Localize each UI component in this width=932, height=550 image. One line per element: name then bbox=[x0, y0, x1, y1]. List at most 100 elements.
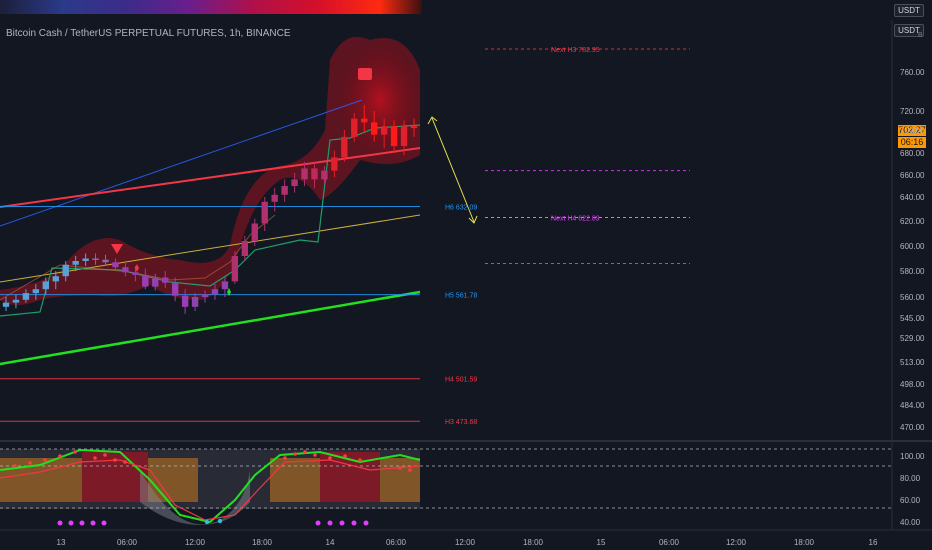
candle-body bbox=[311, 168, 318, 180]
oscillator-tick-label: 40.00 bbox=[900, 518, 921, 527]
oscillator-zone-orange-3 bbox=[270, 458, 320, 502]
oscillator-bottom-dot bbox=[363, 520, 369, 526]
candle-body bbox=[152, 277, 159, 287]
oscillator-signal-dot bbox=[93, 456, 97, 460]
candle-body bbox=[42, 281, 50, 290]
candle-body bbox=[32, 289, 40, 294]
pivot-level-label: H5 561.78 bbox=[445, 293, 477, 300]
oscillator-bottom-dot bbox=[327, 520, 333, 526]
candle-body bbox=[341, 136, 348, 158]
candle-body bbox=[370, 122, 378, 135]
price-tick-label: 680.00 bbox=[900, 149, 925, 158]
candle-body bbox=[72, 261, 79, 265]
candle-body bbox=[231, 256, 239, 282]
price-tick-label: 470.00 bbox=[900, 423, 925, 432]
pivot-level-label: H6 632.09 bbox=[445, 204, 477, 211]
candle-body bbox=[241, 241, 249, 256]
oscillator-cross-dot bbox=[204, 519, 210, 525]
time-tick-label: 18:00 bbox=[523, 538, 544, 547]
oscillator-signal-dot bbox=[358, 458, 362, 462]
time-tick-label: 12:00 bbox=[185, 538, 206, 547]
oscillator-signal-dot bbox=[328, 456, 332, 460]
heat-cloud-core bbox=[335, 40, 425, 160]
oscillator-cross-dot bbox=[217, 518, 223, 524]
time-tick-label: 12:00 bbox=[455, 538, 476, 547]
pivot-level-label: Next H3 782.95 bbox=[551, 47, 600, 54]
time-tick-label: 16 bbox=[869, 538, 878, 547]
candle-body bbox=[201, 294, 209, 297]
price-tick-label: 529.00 bbox=[900, 334, 925, 343]
candle-body bbox=[390, 126, 398, 147]
candle-body bbox=[400, 126, 408, 147]
candle-body bbox=[291, 179, 298, 186]
candle-body bbox=[301, 168, 308, 180]
price-tick-label: 560.00 bbox=[900, 293, 925, 302]
price-tick-label: 580.00 bbox=[900, 267, 925, 276]
candle-body bbox=[112, 262, 119, 268]
time-tick-label: 06:00 bbox=[386, 538, 407, 547]
candle-body bbox=[142, 274, 149, 287]
candle-body bbox=[171, 282, 179, 296]
candle-body bbox=[211, 289, 219, 295]
oscillator-bottom-dot bbox=[57, 520, 63, 526]
price-tick-label: 620.00 bbox=[900, 217, 925, 226]
price-tick-label: 600.00 bbox=[900, 242, 925, 251]
candle-body bbox=[271, 194, 278, 202]
candle-body bbox=[12, 299, 20, 303]
pivot-level-label: H4 501.59 bbox=[445, 377, 477, 384]
oscillator-signal-dot bbox=[293, 452, 297, 456]
red-trend-line bbox=[0, 147, 421, 208]
oscillator-bottom-dot bbox=[315, 520, 321, 526]
chart-canvas[interactable]: Next H3 782.95 H6 632.09 Next H4 622.89 H5 … bbox=[0, 0, 932, 550]
candle-body bbox=[62, 264, 69, 277]
oscillator-signal-dot bbox=[313, 453, 317, 457]
price-tick-label: 760.00 bbox=[900, 68, 925, 77]
price-tick-label: 660.00 bbox=[900, 171, 925, 180]
oscillator-signal-dot bbox=[28, 461, 32, 465]
oscillator-signal-dot bbox=[103, 453, 107, 457]
candle-body bbox=[162, 277, 169, 283]
candle-body bbox=[2, 302, 10, 307]
price-tick-label: 640.00 bbox=[900, 193, 925, 202]
candle-body bbox=[102, 259, 109, 263]
candle-body bbox=[132, 272, 139, 275]
candle-body bbox=[221, 281, 229, 290]
time-tick-label: 18:00 bbox=[794, 538, 815, 547]
oscillator-signal-dot bbox=[43, 458, 47, 462]
time-tick-label: 18:00 bbox=[252, 538, 273, 547]
candle-body bbox=[281, 186, 288, 195]
time-tick-label: 15 bbox=[597, 538, 606, 547]
oscillator-signal-dot bbox=[113, 458, 117, 462]
candle-body bbox=[82, 258, 89, 261]
oscillator-bottom-dot bbox=[101, 520, 107, 526]
candle-body bbox=[261, 201, 268, 224]
oscillator-signal-dot bbox=[408, 468, 412, 472]
price-tick-label: 513.00 bbox=[900, 358, 925, 367]
green-support-line bbox=[0, 290, 421, 366]
oscillator-bottom-dot bbox=[79, 520, 85, 526]
oscillator-signal-dot bbox=[283, 456, 287, 460]
oscillator-bottom-dot bbox=[351, 520, 357, 526]
price-tick-label: 700.00 bbox=[900, 126, 925, 135]
alert-bubble-marker bbox=[358, 68, 372, 80]
oscillator-signal-dot bbox=[398, 466, 402, 470]
oscillator-signal-dot bbox=[58, 454, 62, 458]
oscillator-tick-label: 100.00 bbox=[900, 452, 925, 461]
time-tick-label: 06:00 bbox=[117, 538, 138, 547]
price-tick-label: 498.00 bbox=[900, 380, 925, 389]
candle-body bbox=[52, 276, 59, 282]
candle-body bbox=[191, 297, 199, 307]
candle-body bbox=[92, 258, 99, 260]
candle-body bbox=[122, 267, 129, 273]
candle-body bbox=[181, 295, 189, 307]
oscillator-signal-dot bbox=[343, 454, 347, 458]
oscillator-bottom-dot bbox=[68, 520, 74, 526]
time-tick-label: 13 bbox=[57, 538, 66, 547]
pivot-level-label: Next H4 622.89 bbox=[551, 216, 600, 223]
candle-body bbox=[361, 118, 368, 123]
oscillator-bottom-dot bbox=[339, 520, 345, 526]
oscillator-signal-dot bbox=[13, 464, 17, 468]
candle-body bbox=[331, 157, 338, 171]
candle-body bbox=[380, 126, 388, 135]
oscillator-zone-orange-4 bbox=[380, 458, 420, 502]
